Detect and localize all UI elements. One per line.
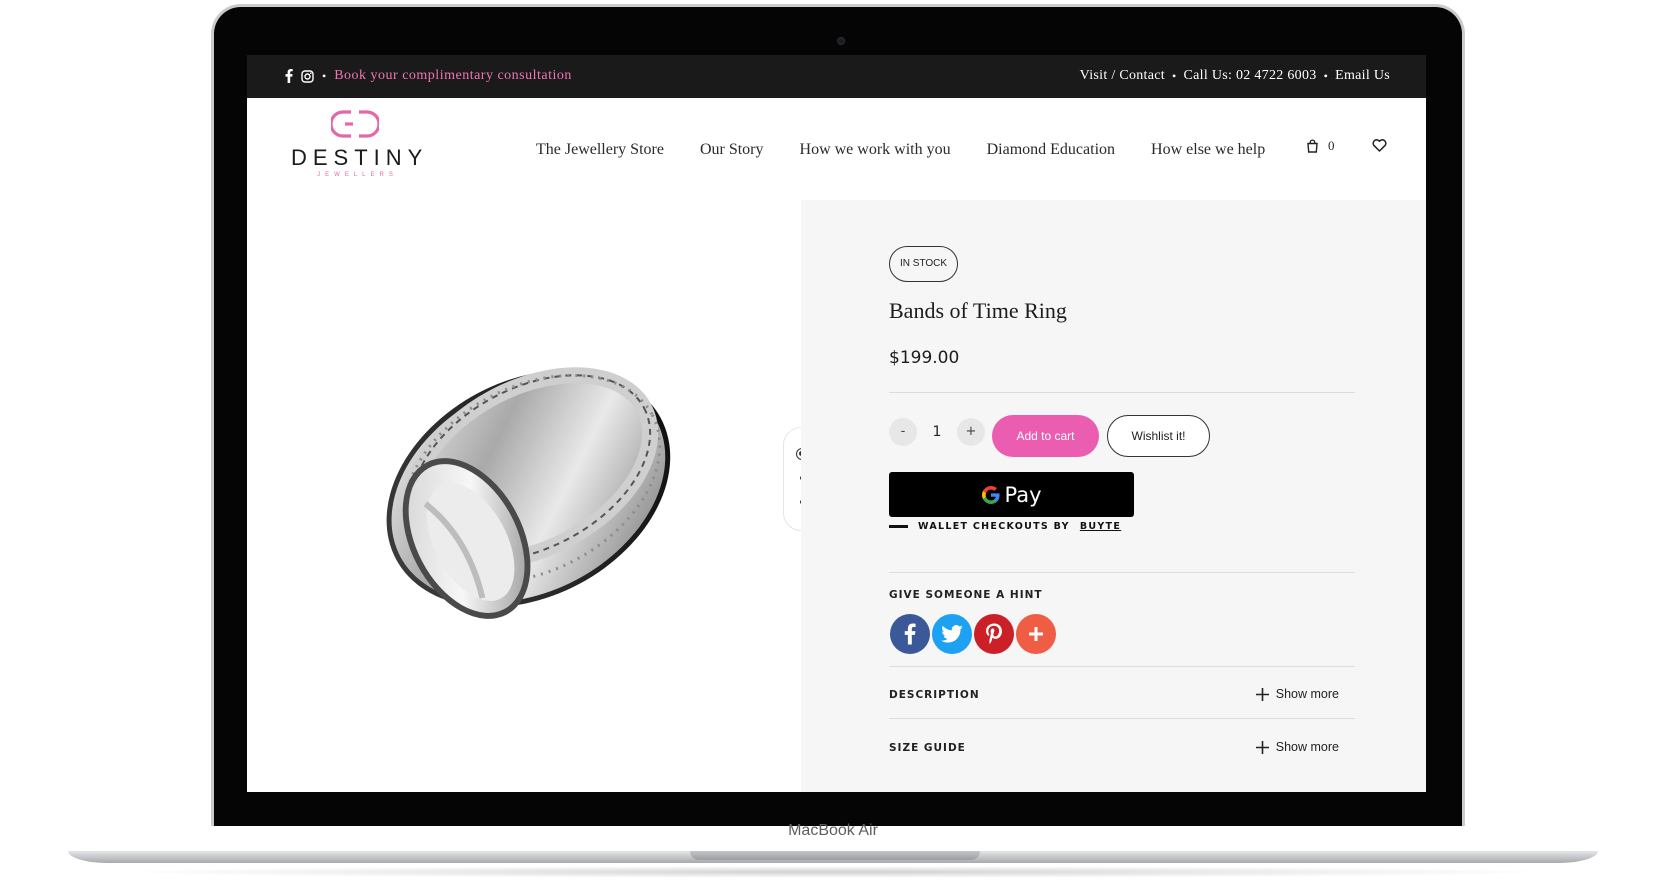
nav-our-story[interactable]: Our Story	[700, 141, 764, 159]
share-twitter-button[interactable]	[932, 614, 972, 654]
show-more-label: Show more	[1275, 687, 1339, 701]
google-pay-button[interactable]: Pay	[889, 472, 1134, 517]
share-buttons	[890, 614, 1056, 654]
add-to-cart-button[interactable]: Add to cart	[992, 415, 1099, 457]
stock-badge: IN STOCK	[889, 246, 959, 282]
product-panel: IN STOCK Bands of Time Ring $199.00 - + …	[801, 200, 1426, 792]
separator: •	[1323, 68, 1329, 83]
laptop-notch	[690, 851, 980, 860]
visit-contact-link[interactable]: Visit / Contact	[1080, 68, 1165, 84]
wallet-text: WALLET CHECKOUTS BY	[918, 521, 1070, 532]
accordion-description: DESCRIPTION Show more	[889, 687, 1355, 707]
shopping-bag-icon	[1306, 139, 1319, 153]
main-nav: The Jewellery Store Our Story How we wor…	[536, 141, 1265, 159]
laptop-shadow	[110, 866, 1560, 878]
wallet-line	[889, 525, 908, 528]
topbar-right: Visit / Contact • Call Us: 02 4722 6003 …	[1080, 68, 1390, 84]
instagram-icon[interactable]	[301, 69, 314, 83]
quantity-stepper: - +	[889, 418, 985, 446]
heart-icon[interactable]	[1372, 139, 1387, 152]
cart-button[interactable]: 0	[1306, 138, 1335, 154]
google-g-icon	[982, 485, 1001, 504]
plus-icon	[1255, 687, 1269, 701]
nav-how-we-work[interactable]: How we work with you	[800, 141, 951, 159]
cart-count: 0	[1328, 138, 1335, 153]
divider	[889, 392, 1355, 393]
plus-icon	[1029, 627, 1043, 641]
hint-label: GIVE SOMEONE A HINT	[889, 589, 1043, 601]
accordion-title: DESCRIPTION	[889, 689, 980, 701]
show-more-label: Show more	[1275, 740, 1339, 754]
facebook-icon[interactable]	[285, 69, 293, 83]
divider	[889, 718, 1355, 719]
consultation-link[interactable]: Book your complimentary consultation	[334, 68, 572, 84]
share-pinterest-button[interactable]	[974, 614, 1014, 654]
logo-subtitle: JEWELLERS	[317, 172, 398, 178]
divider	[889, 572, 1355, 573]
google-pay-label: Pay	[1004, 482, 1042, 507]
quantity-input[interactable]	[923, 418, 951, 446]
top-bar: • Book your complimentary consultation V…	[247, 55, 1426, 98]
facebook-icon	[904, 623, 916, 645]
pinterest-icon	[986, 623, 1002, 645]
camera-icon	[837, 37, 845, 45]
accordion-size-guide: SIZE GUIDE Show more	[889, 740, 1355, 760]
logo[interactable]: DESTINY JEWELLERS	[285, 109, 425, 178]
share-more-button[interactable]	[1016, 614, 1056, 654]
twitter-icon	[941, 625, 963, 643]
quantity-increase-button[interactable]: +	[957, 418, 985, 446]
browser-screen: • Book your complimentary consultation V…	[247, 55, 1426, 792]
wallet-checkout-credit: WALLET CHECKOUTS BY BUYTE	[889, 521, 1121, 532]
logo-wordmark: DESTINY	[291, 145, 429, 170]
product-title: Bands of Time Ring	[889, 298, 1067, 323]
wishlist-button[interactable]: Wishlist it!	[1107, 415, 1210, 457]
laptop-label: MacBook Air	[788, 822, 878, 839]
product-image[interactable]	[339, 308, 699, 668]
share-facebook-button[interactable]	[890, 614, 930, 654]
quantity-decrease-button[interactable]: -	[889, 418, 917, 446]
buyte-link[interactable]: BUYTE	[1080, 521, 1121, 532]
accordion-title: SIZE GUIDE	[889, 742, 966, 754]
nav-how-else-we-help[interactable]: How else we help	[1151, 141, 1265, 159]
plus-icon	[1255, 740, 1269, 754]
separator: •	[322, 68, 327, 83]
show-more-button[interactable]: Show more	[1255, 687, 1339, 701]
logo-mark-icon	[331, 110, 379, 138]
call-us-link[interactable]: Call Us: 02 4722 6003	[1183, 68, 1316, 84]
product-price: $199.00	[889, 348, 960, 368]
divider	[889, 666, 1355, 667]
separator: •	[1171, 68, 1177, 83]
nav-jewellery-store[interactable]: The Jewellery Store	[536, 141, 664, 159]
product-gallery	[247, 200, 801, 792]
topbar-left: • Book your complimentary consultation	[285, 68, 572, 84]
site-header: DESTINY JEWELLERS The Jewellery Store Ou…	[247, 98, 1426, 200]
show-more-button[interactable]: Show more	[1255, 740, 1339, 754]
email-us-link[interactable]: Email Us	[1335, 68, 1390, 84]
nav-diamond-education[interactable]: Diamond Education	[987, 141, 1115, 159]
